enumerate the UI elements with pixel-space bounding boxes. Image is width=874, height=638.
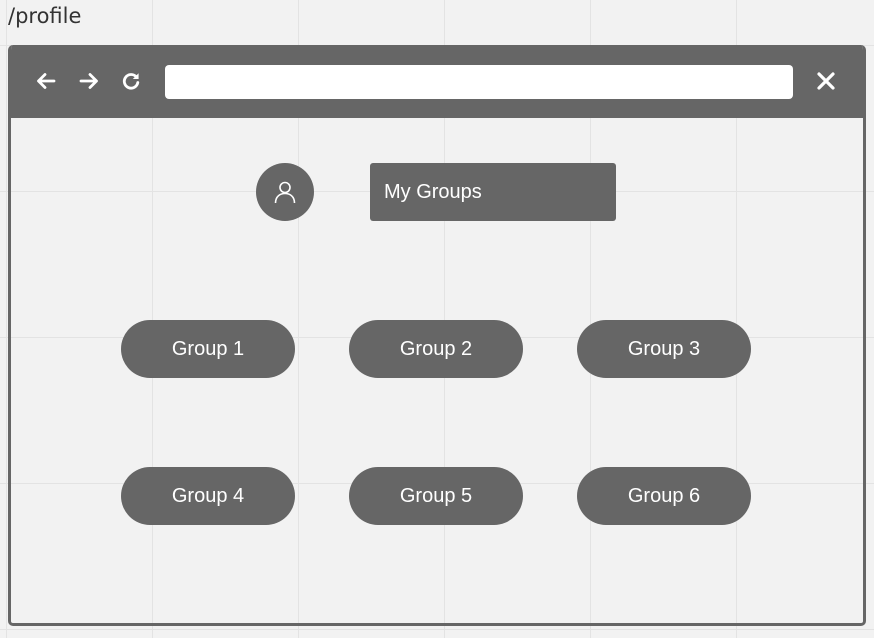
- avatar[interactable]: [256, 163, 314, 221]
- close-icon: [817, 72, 835, 90]
- my-groups-button[interactable]: My Groups: [370, 163, 616, 221]
- address-bar[interactable]: [165, 65, 793, 99]
- group-2-button[interactable]: Group 2: [349, 320, 523, 378]
- group-3-button[interactable]: Group 3: [577, 320, 751, 378]
- group-5-button[interactable]: Group 5: [349, 467, 523, 525]
- arrow-left-icon: [37, 73, 56, 89]
- arrow-right-icon: [79, 73, 98, 89]
- browser-toolbar: [11, 45, 863, 118]
- reload-button[interactable]: [119, 69, 143, 93]
- back-button[interactable]: [34, 69, 58, 93]
- browser-window: My Groups Group 1 Group 2 Group 3 Group …: [8, 45, 866, 626]
- close-button[interactable]: [815, 70, 837, 92]
- group-1-button[interactable]: Group 1: [121, 320, 295, 378]
- route-label: /profile: [8, 4, 82, 28]
- group-4-button[interactable]: Group 4: [121, 467, 295, 525]
- forward-button[interactable]: [77, 69, 101, 93]
- user-icon: [274, 181, 296, 204]
- group-6-button[interactable]: Group 6: [577, 467, 751, 525]
- reload-icon: [122, 73, 140, 90]
